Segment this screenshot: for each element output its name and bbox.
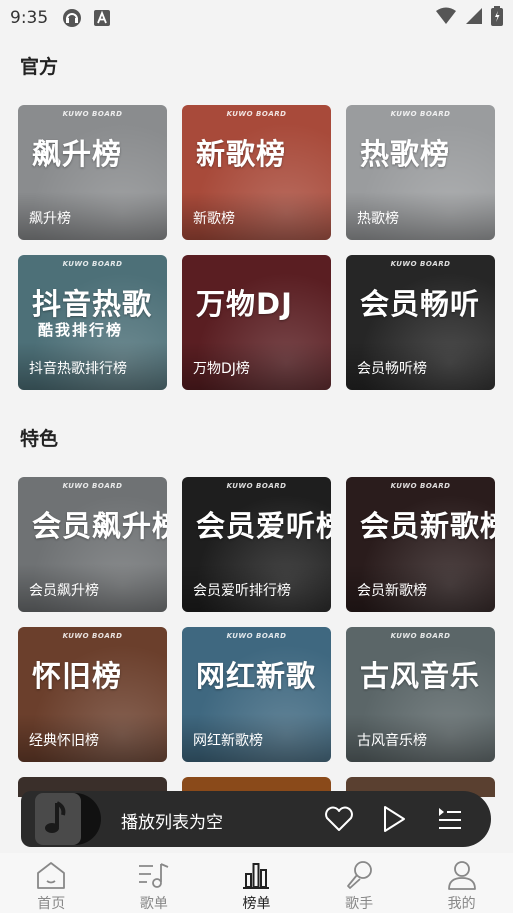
card-cover-title: 会员畅听: [360, 287, 481, 321]
status-bar: 9:35: [0, 0, 513, 36]
tab-playlists[interactable]: 歌单: [103, 853, 206, 913]
card-brand: KUWO BOARD: [62, 110, 123, 118]
tab-playlists-label: 歌单: [139, 896, 168, 912]
card-cover-title: 热歌榜: [360, 137, 451, 171]
card-brand: KUWO BOARD: [390, 110, 451, 118]
battery-icon: [491, 6, 503, 30]
chart-card[interactable]: KUWO BOARD 会员畅听会员畅听榜: [346, 255, 495, 390]
chart-card[interactable]: KUWO BOARD 会员爱听榜会员爱听排行榜: [182, 477, 331, 612]
card-cover-title: 网红新歌: [196, 659, 317, 693]
card-cover-title: 怀旧榜: [32, 659, 123, 693]
card-label: 经典怀旧榜: [29, 733, 99, 749]
card-cover-subtitle: 酷我排行榜: [38, 321, 124, 339]
home-icon: [34, 859, 68, 891]
tab-charts-label: 榜单: [242, 896, 271, 912]
card-label: 网红新歌榜: [193, 733, 263, 749]
playlist-icon[interactable]: [433, 803, 465, 835]
chart-card[interactable]: KUWO BOARD 飙升榜 飙升榜: [18, 105, 167, 240]
signal-icon: [465, 7, 483, 29]
bar-chart-icon: [239, 859, 273, 891]
card-label: 飙升榜: [29, 211, 71, 227]
card-brand: KUWO BOARD: [226, 110, 287, 118]
bottom-tab-bar: 首页 歌单 榜单 歌手 我的: [0, 853, 513, 913]
section-title-featured: 特色: [20, 428, 59, 450]
status-right: [435, 6, 503, 30]
card-cover-title: 万物DJ: [196, 287, 293, 321]
card-cover-title: 抖音热歌: [32, 287, 153, 321]
microphone-icon: [342, 859, 376, 891]
card-brand: KUWO BOARD: [226, 482, 287, 490]
favorite-heart-icon[interactable]: [323, 803, 355, 835]
chart-card[interactable]: KUWO BOARD会员飙升榜会员飙升榜: [18, 477, 167, 612]
tab-charts[interactable]: 榜单: [205, 853, 308, 913]
wifi-icon: [435, 7, 457, 29]
card-brand: KUWO BOARD: [62, 260, 123, 268]
card-brand: KUWO BOARD: [62, 632, 123, 640]
chart-card[interactable]: KUWO BOARD 怀旧榜经典怀旧榜: [18, 627, 167, 762]
chart-card[interactable]: KUWO BOARD 热歌榜 热歌榜: [346, 105, 495, 240]
card-label: 会员新歌榜: [357, 583, 427, 599]
card-brand: KUWO BOARD: [62, 482, 123, 490]
card-cover-title: 会员新歌榜: [360, 509, 495, 543]
tab-mine-label: 我的: [447, 896, 476, 912]
card-cover-title: 会员飙升榜: [32, 509, 167, 543]
card-label: 会员飙升榜: [29, 583, 99, 599]
card-cover-title: 新歌榜: [196, 137, 287, 171]
card-brand: KUWO BOARD: [226, 632, 287, 640]
play-icon[interactable]: [378, 803, 410, 835]
tab-home[interactable]: 首页: [0, 853, 103, 913]
chart-card[interactable]: KUWO BOARD 新歌榜 新歌榜: [182, 105, 331, 240]
card-cover-title: 古风音乐: [360, 659, 481, 693]
album-disc[interactable]: [35, 793, 115, 845]
card-label: 会员畅听榜: [357, 361, 427, 377]
status-time: 9:35: [10, 8, 49, 28]
card-brand: KUWO BOARD: [390, 632, 451, 640]
card-brand: KUWO BOARD: [390, 260, 451, 268]
chart-card[interactable]: 万物DJ 万物DJ榜: [182, 255, 331, 390]
font-notification-icon: [92, 8, 112, 28]
headset-notification-icon: [62, 8, 82, 28]
card-label: 古风音乐榜: [357, 733, 427, 749]
tab-home-label: 首页: [37, 896, 66, 912]
card-label: 会员爱听排行榜: [193, 583, 291, 599]
card-label: 万物DJ榜: [193, 361, 250, 377]
card-label: 新歌榜: [193, 211, 235, 227]
music-list-icon: [137, 859, 171, 891]
section-title-official: 官方: [20, 56, 59, 78]
tab-artists-label: 歌手: [345, 896, 374, 912]
tab-artists[interactable]: 歌手: [308, 853, 411, 913]
mini-player[interactable]: 播放列表为空: [21, 791, 491, 847]
chart-card[interactable]: KUWO BOARD 抖音热歌 酷我排行榜抖音热歌排行榜: [18, 255, 167, 390]
card-cover-title: 飙升榜: [32, 137, 123, 171]
tab-mine[interactable]: 我的: [410, 853, 513, 913]
chart-card[interactable]: KUWO BOARD会员新歌榜会员新歌榜: [346, 477, 495, 612]
card-cover-title: 会员爱听榜: [196, 509, 331, 543]
card-label: 抖音热歌排行榜: [29, 361, 127, 377]
chart-card[interactable]: KUWO BOARD 网红新歌网红新歌榜: [182, 627, 331, 762]
card-label: 热歌榜: [357, 211, 399, 227]
chart-card[interactable]: KUWO BOARD 古风音乐古风音乐榜: [346, 627, 495, 762]
user-icon: [445, 859, 479, 891]
card-brand: KUWO BOARD: [390, 482, 451, 490]
playlist-status: 播放列表为空: [121, 813, 223, 833]
